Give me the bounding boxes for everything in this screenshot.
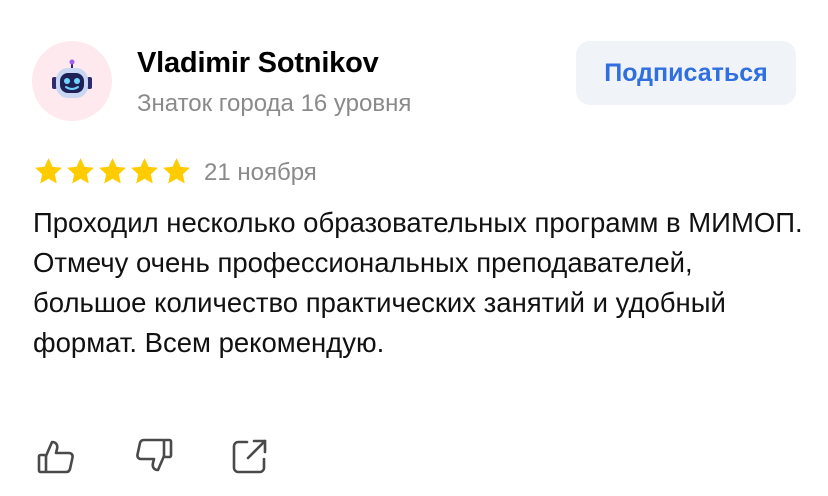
review-date: 21 ноября	[204, 159, 317, 186]
like-button[interactable]	[36, 436, 76, 476]
robot-avatar-icon	[52, 59, 92, 98]
star-icon	[163, 158, 190, 184]
thumbs-down-icon	[136, 438, 173, 472]
star-icon	[131, 158, 158, 184]
review-text: Проходил несколько образовательных прогр…	[33, 207, 803, 358]
star-icon	[99, 158, 126, 184]
author-level: Знаток города 16 уровня	[137, 90, 412, 117]
share-button[interactable]	[230, 436, 270, 476]
subscribe-button[interactable]: Подписаться	[576, 41, 796, 105]
dislike-button[interactable]	[134, 436, 174, 476]
star-icon	[35, 158, 62, 184]
thumbs-up-icon	[37, 440, 74, 474]
share-icon	[232, 439, 267, 474]
star-icon	[67, 158, 94, 184]
avatar[interactable]	[32, 41, 112, 121]
author-name[interactable]: Vladimir Sotnikov	[137, 44, 379, 82]
rating-stars	[33, 156, 192, 187]
